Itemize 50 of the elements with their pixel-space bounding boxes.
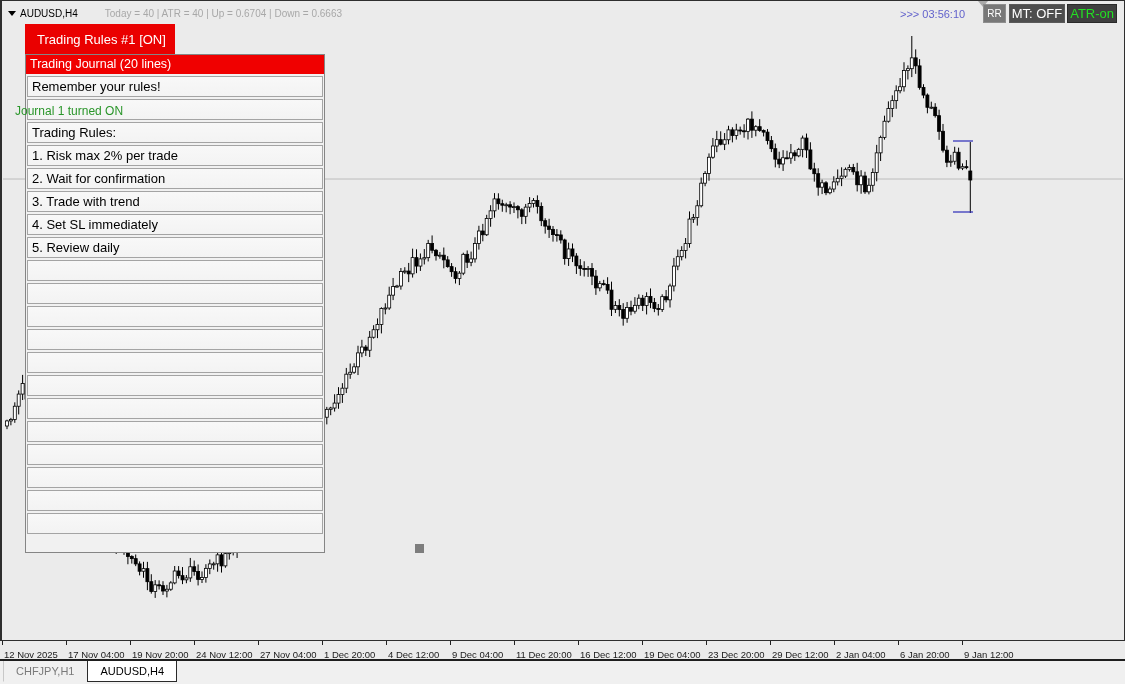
journal-line-field[interactable]: 3. Trade with trend — [27, 191, 323, 212]
journal-line-field[interactable] — [27, 421, 323, 442]
journal-line-field[interactable]: Trading Rules: — [27, 122, 323, 143]
journal-line-field[interactable]: 5. Review daily — [27, 237, 323, 258]
journal-line-field[interactable] — [27, 306, 323, 327]
rules-tab[interactable]: Trading Rules #1 [ON] — [25, 24, 175, 54]
time-axis-label: 27 Nov 04:00 — [260, 649, 317, 660]
time-axis-label: 2 Jan 04:00 — [836, 649, 886, 660]
time-axis-label: 9 Jan 12:00 — [964, 649, 1014, 660]
toggle-button[interactable]: ATR-on — [1067, 4, 1117, 23]
square-marker-icon — [415, 544, 424, 553]
time-axis-label: 16 Dec 12:00 — [580, 649, 637, 660]
journal-line-field[interactable] — [27, 444, 323, 465]
journal-line-field[interactable]: 4. Set SL immediately — [27, 214, 323, 235]
toggle-button[interactable]: MT: OFF — [1008, 4, 1066, 23]
indicator-info: Today = 40 | ATR = 40 | Up = 0.6704 | Down = 0.6663 — [104, 8, 342, 19]
time-axis-label: 29 Dec 12:00 — [772, 649, 829, 660]
journal-line-field[interactable] — [27, 490, 323, 511]
journal-line-field[interactable] — [27, 513, 323, 534]
shift-marker-icon — [978, 1, 988, 7]
journal-line-field[interactable] — [27, 283, 323, 304]
journal-line-field[interactable]: 1. Risk max 2% per trade — [27, 145, 323, 166]
journal-line-field[interactable]: 2. Wait for confirmation — [27, 168, 323, 189]
journal-line-field[interactable] — [27, 260, 323, 281]
low-level-line — [952, 211, 974, 213]
rr-button[interactable]: RR — [983, 4, 1006, 23]
time-axis-label: 6 Jan 20:00 — [900, 649, 950, 660]
time-axis-label: 12 Nov 2025 — [4, 649, 58, 660]
caret-down-icon[interactable] — [8, 11, 16, 16]
journal-header: Trading Journal (20 lines) — [26, 55, 324, 74]
journal-line-field[interactable] — [27, 398, 323, 419]
journal-line-field[interactable] — [27, 329, 323, 350]
chart-symbol: AUDUSD,H4 — [20, 8, 78, 19]
high-level-line — [952, 140, 974, 142]
time-axis-label: 23 Dec 20:00 — [708, 649, 765, 660]
journal-line-field[interactable] — [27, 375, 323, 396]
journal-line-field[interactable] — [27, 467, 323, 488]
chart-tab[interactable]: AUDUSD,H4 — [87, 661, 178, 682]
time-axis-label: 1 Dec 20:00 — [324, 649, 376, 660]
bar-countdown: >>> 03:56:10 — [900, 7, 966, 20]
time-axis-label: 19 Dec 04:00 — [644, 649, 701, 660]
time-axis-label: 4 Dec 12:00 — [388, 649, 440, 660]
time-axis-label: 9 Dec 04:00 — [452, 649, 504, 660]
time-axis-label: 24 Nov 12:00 — [196, 649, 253, 660]
status-message: Journal 1 turned ON — [15, 104, 124, 118]
time-axis-label: 11 Dec 20:00 — [516, 649, 572, 660]
journal-line-field[interactable]: Remember your rules! — [27, 76, 323, 97]
journal-line-field[interactable] — [27, 352, 323, 373]
time-axis-label: 17 Nov 04:00 — [68, 649, 125, 660]
time-axis-label: 19 Nov 20:00 — [132, 649, 189, 660]
